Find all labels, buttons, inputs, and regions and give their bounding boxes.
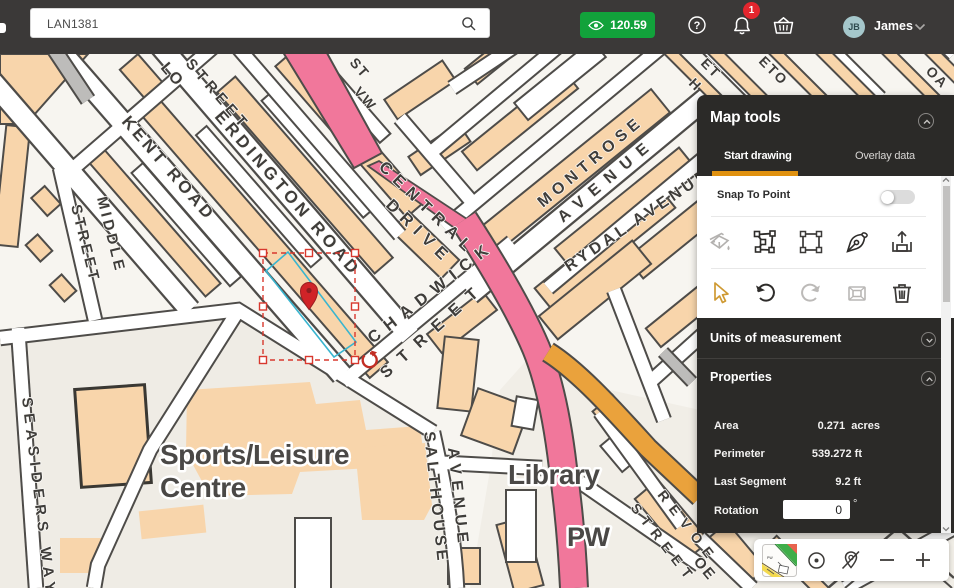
svg-text:Sports/Leisure: Sports/Leisure (160, 439, 349, 470)
svg-text:PW: PW (767, 556, 773, 560)
svg-text:PW: PW (567, 522, 611, 552)
svg-text:Centre: Centre (160, 472, 246, 503)
svg-text:?: ? (694, 20, 701, 32)
svg-text:Library: Library (508, 459, 600, 490)
